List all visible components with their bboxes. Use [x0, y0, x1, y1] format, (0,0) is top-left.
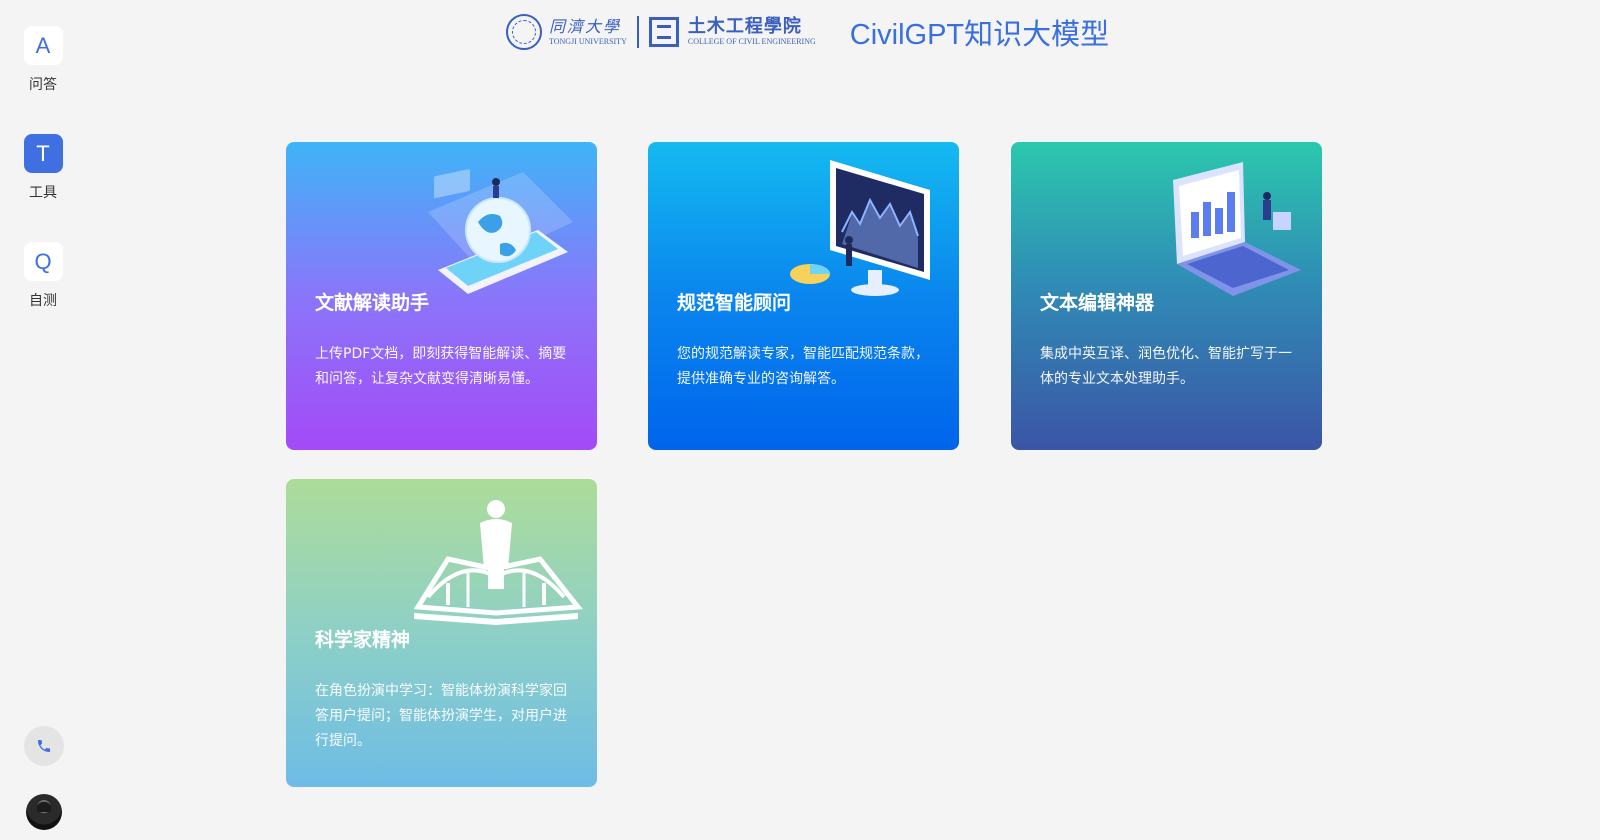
sidebar-item-tools[interactable]: T 工具: [0, 134, 86, 202]
tongji-name-cn: 同濟大學: [549, 17, 622, 36]
globe-phone-icon: [428, 169, 573, 294]
college-name-cn: 土木工程學院: [687, 16, 802, 37]
laptop-icon: [1173, 162, 1301, 296]
tongji-name-en: TONGJI UNIVERSITY: [549, 37, 627, 46]
tools-badge-icon: T: [23, 134, 63, 173]
college-name-en: COLLEGE OF CIVIL ENGINEERING: [687, 37, 816, 46]
tongji-logo: 同濟大學 TONGJI UNIVERSITY: [506, 14, 627, 50]
sidebar-item-qa[interactable]: A 问答: [0, 26, 86, 94]
book-bridge-icon: [413, 500, 583, 625]
card-description: 您的规范解读专家，智能匹配规范条款，提供准确专业的咨询解答。: [677, 346, 929, 387]
sidebar-item-label: 自测: [29, 293, 57, 309]
card-title: 文本编辑神器: [1040, 292, 1155, 314]
sidebar: A 问答 T 工具 Q 自测: [0, 0, 86, 840]
monitor-chart-icon: [790, 160, 930, 296]
card-title: 科学家精神: [315, 629, 411, 651]
qa-badge-icon: A: [23, 26, 63, 65]
contact-button[interactable]: [24, 726, 64, 766]
tool-card-text-editor[interactable]: 文本编辑神器 集成中英互译、润色优化、智能扩写于一体的专业文本处理助手。: [1011, 142, 1322, 450]
sidebar-item-self-test[interactable]: Q 自测: [0, 242, 86, 310]
card-description: 在角色扮演中学习：智能体扮演科学家回答用户提问；智能体扮演学生，对用户进行提问。: [315, 683, 567, 749]
self-test-badge-icon: Q: [23, 242, 63, 281]
card-title: 文献解读助手: [315, 292, 430, 314]
college-mark-icon: [648, 17, 679, 47]
card-title: 规范智能顾问: [677, 292, 792, 314]
page-title: CivilGPT知识大模型: [849, 19, 1110, 51]
tool-card-literature-reader[interactable]: 文献解读助手 上传PDF文档，即刻获得智能解读、摘要和问答，让复杂文献变得清晰易…: [286, 142, 597, 450]
logo-divider: [636, 16, 639, 48]
tool-card-standards-advisor[interactable]: 规范智能顾问 您的规范解读专家，智能匹配规范条款，提供准确专业的咨询解答。: [648, 142, 959, 450]
avatar[interactable]: [26, 794, 62, 830]
college-logo: 土木工程學院 COLLEGE OF CIVIL ENGINEERING: [648, 16, 816, 47]
card-description: 集成中英互译、润色优化、智能扩写于一体的专业文本处理助手。: [1040, 346, 1292, 387]
tongji-seal-icon: [506, 14, 542, 50]
phone-icon: [38, 740, 50, 752]
card-description: 上传PDF文档，即刻获得智能解读、摘要和问答，让复杂文献变得清晰易懂。: [315, 346, 567, 387]
header: 同濟大學 TONGJI UNIVERSITY 土木工程學院 COLLEGE OF…: [506, 12, 1109, 52]
sidebar-item-label: 工具: [29, 185, 57, 201]
tool-card-scientist-spirit[interactable]: 科学家精神 在角色扮演中学习：智能体扮演科学家回答用户提问；智能体扮演学生，对用…: [286, 479, 597, 787]
sidebar-item-label: 问答: [29, 77, 57, 93]
